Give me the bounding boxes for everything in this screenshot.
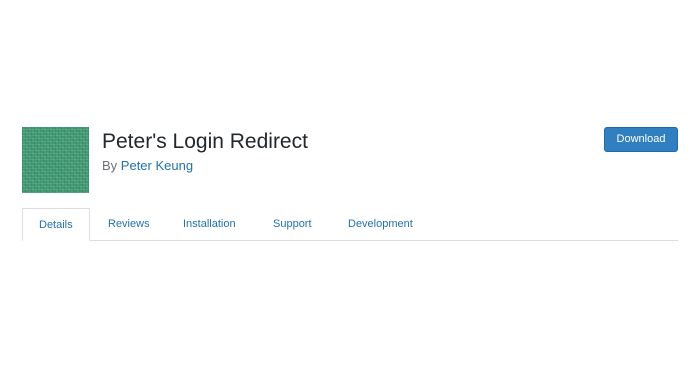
plugin-title: Peter's Login Redirect [102,130,308,153]
plugin-icon [22,127,89,193]
plugin-page: Peter's Login Redirect By Peter Keung Do… [0,0,700,374]
tab-support[interactable]: Support [273,208,312,240]
tab-development[interactable]: Development [348,208,413,240]
byline-prefix: By [102,158,118,173]
download-button[interactable]: Download [604,127,678,152]
plugin-tabs: Details Reviews Installation Support Dev… [22,208,678,241]
tab-reviews[interactable]: Reviews [108,208,150,240]
plugin-byline: By Peter Keung [102,157,193,175]
tab-installation[interactable]: Installation [183,208,236,240]
tab-details[interactable]: Details [22,208,90,241]
author-link[interactable]: Peter Keung [121,158,193,173]
